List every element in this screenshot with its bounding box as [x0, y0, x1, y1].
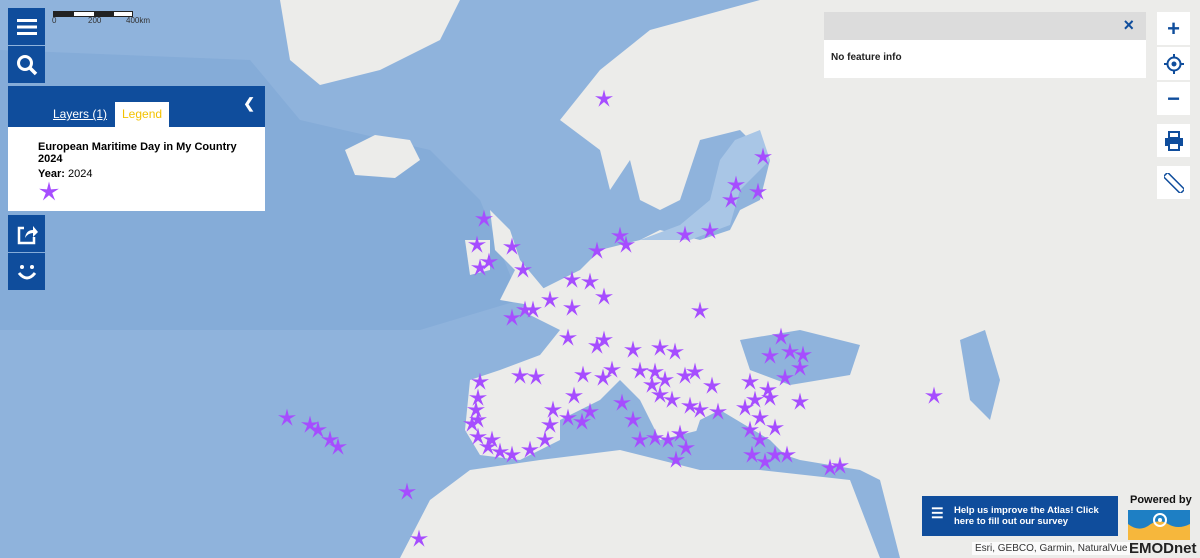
- event-marker[interactable]: [526, 367, 546, 387]
- event-marker[interactable]: [502, 308, 522, 328]
- print-icon: [1164, 130, 1183, 151]
- emodnet-logo: [1128, 510, 1190, 540]
- event-marker[interactable]: [721, 190, 741, 210]
- year-value: 2024: [67, 168, 93, 180]
- scale-label: 0: [52, 16, 57, 25]
- event-marker[interactable]: [748, 182, 768, 202]
- event-marker[interactable]: [409, 529, 429, 549]
- event-marker[interactable]: [690, 301, 710, 321]
- event-marker[interactable]: [502, 237, 522, 257]
- legend-year: Year: 2024: [38, 168, 92, 180]
- event-marker[interactable]: [924, 386, 944, 406]
- feature-info-text: No feature info: [831, 52, 902, 63]
- event-marker[interactable]: [623, 410, 643, 430]
- event-marker[interactable]: [580, 402, 600, 422]
- tab-layers[interactable]: Layers (1): [46, 102, 114, 127]
- event-marker[interactable]: [790, 392, 810, 412]
- legend-panel: Layers (1) Legend ❮ European Maritime Da…: [8, 86, 265, 211]
- event-marker[interactable]: [777, 445, 797, 465]
- event-marker[interactable]: [587, 241, 607, 261]
- event-marker[interactable]: [594, 330, 614, 350]
- event-marker[interactable]: [573, 365, 593, 385]
- feature-info-popup: × No feature info: [824, 12, 1146, 78]
- close-icon[interactable]: ×: [1123, 15, 1134, 36]
- event-marker[interactable]: [765, 418, 785, 438]
- event-marker[interactable]: [474, 209, 494, 229]
- measure-button[interactable]: [1157, 166, 1190, 199]
- list-icon: ☰: [931, 505, 944, 521]
- star-marker-icon: [39, 181, 59, 201]
- event-marker[interactable]: [708, 402, 728, 422]
- event-marker[interactable]: [662, 390, 682, 410]
- event-marker[interactable]: [513, 260, 533, 280]
- event-marker[interactable]: [594, 89, 614, 109]
- event-marker[interactable]: [562, 298, 582, 318]
- collapse-chevron-icon[interactable]: ❮: [243, 95, 255, 112]
- event-marker[interactable]: [830, 456, 850, 476]
- event-marker[interactable]: [666, 450, 686, 470]
- menu-icon: [16, 18, 37, 35]
- crosshair-icon: [1163, 53, 1184, 74]
- event-marker[interactable]: [616, 235, 636, 255]
- scale-label: 400km: [126, 16, 151, 25]
- event-marker[interactable]: [675, 225, 695, 245]
- ruler-icon: [1163, 172, 1184, 193]
- survey-text: Help us improve the Atlas! Click here to…: [954, 505, 1099, 527]
- event-marker[interactable]: [740, 372, 760, 392]
- event-marker[interactable]: [690, 400, 710, 420]
- event-marker[interactable]: [540, 290, 560, 310]
- powered-by-label: Powered by: [1130, 494, 1192, 506]
- event-marker[interactable]: [602, 360, 622, 380]
- event-marker[interactable]: [665, 342, 685, 362]
- event-marker[interactable]: [277, 408, 297, 428]
- tab-legend[interactable]: Legend: [115, 102, 170, 127]
- zoom-out-button[interactable]: −: [1157, 82, 1190, 115]
- map-canvas[interactable]: [0, 0, 1200, 558]
- event-marker[interactable]: [700, 221, 720, 241]
- event-marker[interactable]: [482, 430, 502, 450]
- event-marker[interactable]: [470, 258, 490, 278]
- scale-label: 200: [88, 16, 102, 25]
- event-marker[interactable]: [760, 346, 780, 366]
- map-attribution: Esri, GEBCO, Garmin, NaturalVue: [972, 542, 1131, 555]
- event-marker[interactable]: [623, 340, 643, 360]
- search-button[interactable]: [8, 46, 45, 83]
- event-marker[interactable]: [790, 358, 810, 378]
- search-icon: [16, 54, 37, 75]
- emodnet-wordmark: EMODnet: [1129, 540, 1197, 557]
- zoom-in-button[interactable]: +: [1157, 12, 1190, 45]
- survey-banner[interactable]: ☰ Help us improve the Atlas! Click here …: [922, 496, 1118, 536]
- event-marker[interactable]: [630, 430, 650, 450]
- event-marker[interactable]: [397, 482, 417, 502]
- event-marker[interactable]: [328, 437, 348, 457]
- locate-button[interactable]: [1157, 47, 1190, 80]
- year-label: Year:: [38, 168, 65, 180]
- feedback-button[interactable]: [8, 253, 45, 290]
- event-marker[interactable]: [594, 287, 614, 307]
- event-marker[interactable]: [760, 388, 780, 408]
- smiley-icon: [17, 264, 36, 279]
- event-marker[interactable]: [753, 147, 773, 167]
- print-button[interactable]: [1157, 124, 1190, 157]
- share-button[interactable]: [8, 215, 45, 252]
- event-marker[interactable]: [702, 376, 722, 396]
- event-marker[interactable]: [468, 410, 488, 430]
- event-marker[interactable]: [558, 328, 578, 348]
- share-icon: [17, 225, 38, 244]
- menu-button[interactable]: [8, 8, 45, 45]
- event-marker[interactable]: [502, 445, 522, 465]
- legend-title: European Maritime Day in My Country 2024: [38, 141, 237, 165]
- event-marker[interactable]: [562, 270, 582, 290]
- event-marker[interactable]: [523, 300, 543, 320]
